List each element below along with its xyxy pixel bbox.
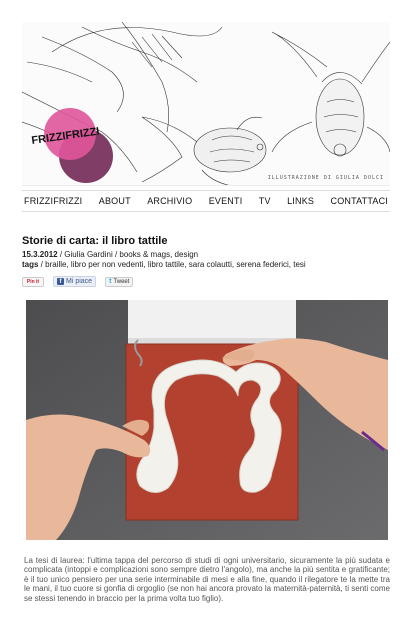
nav-item-archivio[interactable]: ARCHIVIO [147, 196, 192, 206]
like-label: Mi piace [66, 278, 93, 285]
post-date: 15.3.2012 [22, 250, 58, 259]
tags-label: tags [22, 260, 39, 269]
post-excerpt: La tesi di laurea: l'ultima tappa del pe… [24, 556, 390, 603]
nav-item-links[interactable]: LINKS [287, 196, 314, 206]
nav-item-tv[interactable]: TV [259, 196, 271, 206]
post-author[interactable]: Giulia Gardini [64, 250, 112, 259]
facebook-like-button[interactable]: f Mi piace [53, 276, 97, 287]
tags-list[interactable]: / braille, libro per non vedenti, libro … [38, 260, 306, 269]
illustration-credit: ILLUSTRAZIONE DI GIULIA DOLCI [267, 175, 384, 181]
post-title[interactable]: Storie di carta: il libro tattile [22, 235, 167, 247]
tweet-button[interactable]: t Tweet [105, 276, 134, 287]
facebook-icon: f [57, 278, 64, 285]
post-categories[interactable]: books & mags, design [119, 250, 198, 259]
post-tags: tags / braille, libro per non vedenti, l… [22, 260, 306, 270]
nav-item-about[interactable]: ABOUT [99, 196, 131, 206]
social-buttons: Pin it f Mi piace t Tweet [22, 276, 134, 287]
tweet-label: Tweet [113, 278, 130, 285]
twitter-icon: t [109, 278, 112, 285]
post-photo[interactable] [26, 300, 388, 540]
post-meta: 15.3.2012 / Giulia Gardini / books & mag… [22, 250, 198, 260]
nav-item-eventi[interactable]: EVENTI [209, 196, 243, 206]
goldfish-illustration: FRIZZIFRIZZI [22, 22, 390, 185]
nav-item-frizzifrizzi[interactable]: FRIZZIFRIZZI [24, 196, 82, 206]
pinterest-icon: Pin it [26, 278, 40, 285]
main-nav: FRIZZIFRIZZI ABOUT ARCHIVIO EVENTI TV LI… [22, 190, 390, 212]
header-banner: FRIZZIFRIZZI ILLUSTRAZIONE DI GIULIA DOL… [22, 22, 390, 186]
nav-item-contattaci[interactable]: CONTATTACI [331, 196, 389, 206]
pinterest-button[interactable]: Pin it [22, 276, 44, 287]
tactile-book-photo [26, 300, 388, 540]
